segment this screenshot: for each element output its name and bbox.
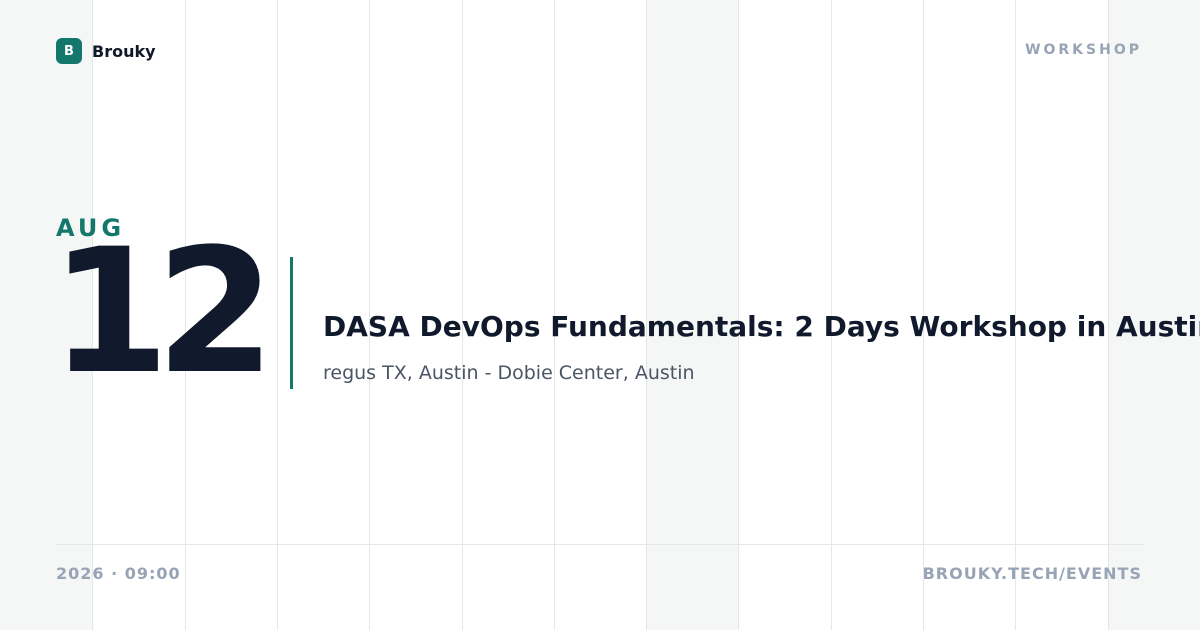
event-day: 12 [50,211,275,412]
event-title: DASA DevOps Fundamentals: 2 Days Worksho… [323,310,1200,343]
footer-divider [56,544,1144,545]
brand: B Brouky [56,38,156,64]
brand-logo-badge: B [56,38,82,64]
events-url: BROUKY.TECH/EVENTS [922,564,1142,583]
grid-line [277,0,278,630]
accent-divider [290,257,293,389]
event-location: regus TX, Austin - Dobie Center, Austin [323,362,695,384]
event-category: WORKSHOP [1025,42,1142,58]
event-year-time: 2026 · 09:00 [56,564,181,583]
brand-name: Brouky [92,41,156,61]
event-card: B Brouky WORKSHOP AUG 12 DASA DevOps Fun… [0,0,1200,630]
